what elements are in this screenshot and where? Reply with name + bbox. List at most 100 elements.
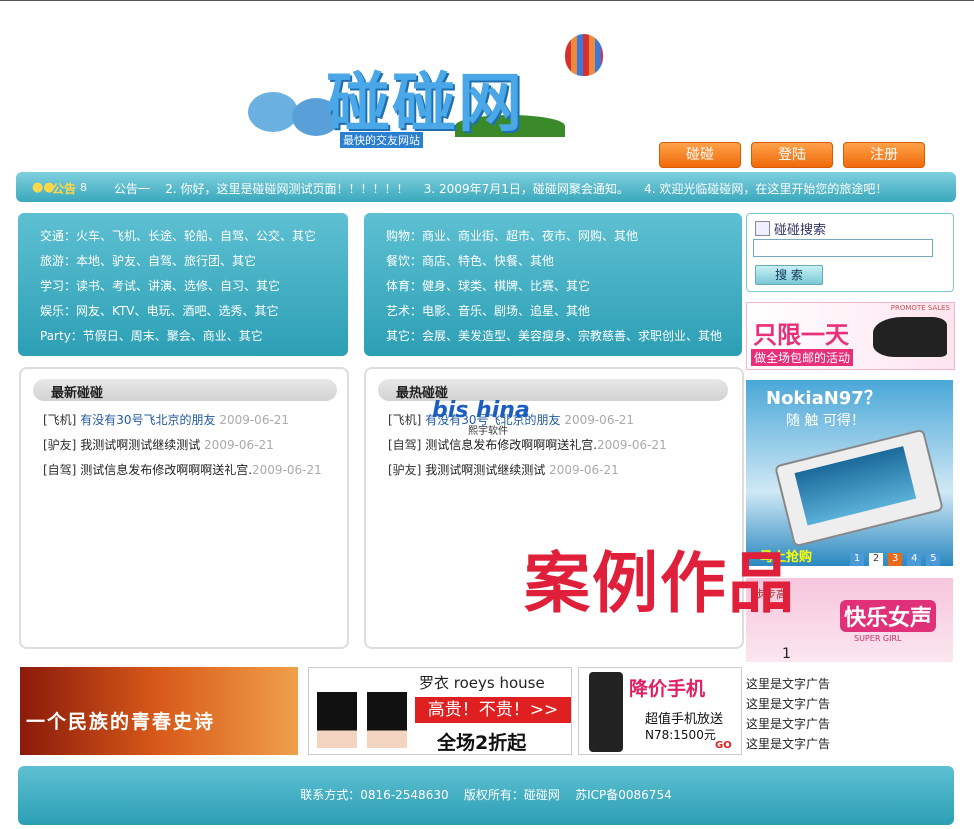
category-items[interactable]: 节假日、周末、聚会、商业、其它 (83, 329, 263, 343)
pager-3[interactable]: 3 (888, 553, 903, 566)
ad-sale-title: 只限一天 (753, 321, 849, 349)
category-items[interactable]: 健身、球类、棋牌、比赛、其它 (422, 279, 590, 293)
item-tag[interactable]: [驴友] (43, 438, 76, 452)
category-name: 交通： (40, 229, 77, 243)
category-row[interactable]: 体育：健身、球类、棋牌、比赛、其它 (386, 277, 590, 294)
item-tag[interactable]: [飞机] (43, 413, 76, 427)
text-ad-link[interactable]: 这里是文字广告 (746, 674, 830, 694)
register-button[interactable]: 注册 (843, 142, 925, 168)
search-input[interactable] (753, 239, 933, 257)
banner3-line1: 超值手机放送 (645, 712, 724, 727)
list-item[interactable]: [飞机] 有没有30号飞北京的朋友 2009-06-21 (43, 411, 289, 428)
item-date: 2009-06-21 (564, 413, 635, 427)
brand-watermark: bis hina 熙宇软件 (432, 398, 530, 437)
category-row[interactable]: 其它：会展、美发造型、美容瘦身、宗教慈善、求职创业、其他 (386, 327, 722, 344)
notice-marquee[interactable]: 公告一 2. 你好，这里是碰碰网测试页面！！！！！！ 3. 2009年7月1日，… (114, 180, 887, 197)
item-tag[interactable]: [飞机] (388, 413, 421, 427)
item-tag[interactable]: [驴友] (388, 463, 421, 477)
notice-label: 公告 (52, 182, 77, 196)
list-item[interactable]: [自驾] 测试信息发布修改啊啊啊送礼宫.2009-06-21 (43, 461, 322, 478)
category-row[interactable]: 娱乐：网友、KTV、电玩、酒吧、选秀、其它 (40, 302, 279, 319)
ad-nokia-pager: 1 2 3 4 5 (850, 546, 941, 566)
category-name: 其它： (386, 329, 423, 343)
list-item[interactable]: [驴友] 我测试啊测试继续测试 2009-06-21 (388, 461, 619, 478)
shoe-image (873, 317, 947, 357)
item-tag[interactable]: [自驾] (43, 463, 76, 477)
category-panel-left: 交通：火车、飞机、长途、轮船、自驾、公交、其它 旅游：本地、驴友、自驾、旅行团、… (18, 213, 348, 356)
latest-title: 最新碰碰 (51, 386, 104, 401)
category-items[interactable]: 会展、美发造型、美容瘦身、宗教慈善、求职创业、其他 (422, 329, 722, 343)
site-logo[interactable]: 碰碰网 最快的交友网站 (240, 30, 610, 150)
list-item[interactable]: [自驾] 测试信息发布修改啊啊啊送礼宫.2009-06-21 (388, 436, 667, 453)
hottest-header: 最热碰碰 (378, 379, 728, 401)
search-title: 碰碰搜索 (755, 219, 826, 238)
pengpeng-button[interactable]: 碰碰 (659, 142, 741, 168)
item-title[interactable]: 我测试啊测试继续测试 (80, 438, 200, 452)
item-date: 2009-06-21 (219, 413, 290, 427)
phone-image (774, 428, 944, 548)
case-watermark: 案例作品 (524, 545, 796, 622)
logo-text: 碰碰网 (326, 67, 524, 141)
category-name: Party： (40, 329, 83, 343)
category-items[interactable]: 电影、音乐、剧场、追星、其他 (422, 304, 590, 318)
login-button[interactable]: 登陆 (751, 142, 833, 168)
search-title-text: 碰碰搜索 (774, 223, 827, 238)
pager-1[interactable]: 1 (850, 553, 864, 566)
category-items[interactable]: 读书、考试、讲演、选修、自习、其它 (76, 279, 280, 293)
pager-4[interactable]: 4 (907, 553, 922, 566)
category-name: 体育： (386, 279, 423, 293)
item-title[interactable]: 测试信息发布修改啊啊啊送礼宫. (425, 438, 597, 452)
latest-box: 最新碰碰 [飞机] 有没有30号飞北京的朋友 2009-06-21 [驴友] 我… (19, 367, 349, 649)
category-items[interactable]: 商店、特色、快餐、其他 (422, 254, 554, 268)
banner2-line2: 全场2折起 (437, 732, 527, 754)
text-ad-link[interactable]: 这里是文字广告 (746, 734, 830, 754)
ad-girl-number: 1 (782, 646, 791, 662)
banner-youth-epic[interactable]: 一个民族的青春史诗 (20, 667, 298, 755)
category-row[interactable]: 交通：火车、飞机、长途、轮船、自驾、公交、其它 (40, 227, 316, 244)
category-name: 购物： (386, 229, 423, 243)
text-ad-link[interactable]: 这里是文字广告 (746, 694, 830, 714)
item-date: 2009-06-21 (252, 463, 322, 477)
text-ads: 这里是文字广告 这里是文字广告 这里是文字广告 这里是文字广告 (746, 674, 830, 754)
category-name: 艺术： (386, 304, 423, 318)
item-date: 2009-06-21 (549, 463, 619, 477)
balloon-icon (565, 34, 603, 76)
item-title[interactable]: 测试信息发布修改啊啊啊送礼宫. (80, 463, 252, 477)
category-row[interactable]: Party：节假日、周末、聚会、商业、其它 (40, 327, 263, 344)
ad-sale-banner[interactable]: PROMOTE SALES 只限一天 做全场包邮的活动 (746, 302, 955, 370)
pager-2[interactable]: 2 (869, 553, 884, 566)
category-row[interactable]: 学习：读书、考试、讲演、选修、自习、其它 (40, 277, 280, 294)
latest-header: 最新碰碰 (33, 379, 337, 401)
list-item[interactable]: [驴友] 我测试啊测试继续测试 2009-06-21 (43, 436, 274, 453)
banner3-title: 降价手机 (629, 678, 706, 700)
ad-sale-top: PROMOTE SALES (890, 304, 950, 312)
banner3-line2: N78:1500元 (645, 728, 716, 742)
item-title[interactable]: 有没有30号飞北京的朋友 (80, 413, 215, 427)
footer: 联系方式：0816-2548630 版权所有：碰碰网 苏ICP备0086754 (18, 766, 954, 825)
category-items[interactable]: 商业、商业街、超市、夜市、网购、其他 (422, 229, 638, 243)
search-button[interactable]: 搜 索 (755, 265, 823, 285)
category-row[interactable]: 旅游：本地、驴友、自驾、旅行团、其它 (40, 252, 256, 269)
category-items[interactable]: 本地、驴友、自驾、旅行团、其它 (76, 254, 256, 268)
banner-roeys-house[interactable]: 罗衣 roeys house 高贵！不贵！>> 全场2折起 (308, 667, 572, 755)
category-items[interactable]: 火车、飞机、长途、轮船、自驾、公交、其它 (76, 229, 316, 243)
model-image (317, 678, 357, 748)
category-name: 餐饮： (386, 254, 423, 268)
category-items[interactable]: 网友、KTV、电玩、酒吧、选秀、其它 (76, 304, 278, 318)
category-row[interactable]: 餐饮：商店、特色、快餐、其他 (386, 252, 554, 269)
category-row[interactable]: 艺术：电影、音乐、剧场、追星、其他 (386, 302, 590, 319)
logo-slogan: 最快的交友网站 (340, 132, 423, 148)
text-ad-link[interactable]: 这里是文字广告 (746, 714, 830, 734)
ad-girl-sub: SUPER GIRL (854, 634, 902, 643)
model-image (367, 678, 407, 748)
item-date: 2009-06-21 (204, 438, 274, 452)
ad-sale-sub: 做全场包邮的活动 (751, 349, 854, 366)
item-tag[interactable]: [自驾] (388, 438, 421, 452)
ad-girl-title: 快乐女声 (840, 600, 937, 632)
pager-5[interactable]: 5 (926, 553, 941, 566)
banner-phone-sale[interactable]: 降价手机 超值手机放送 N78:1500元 GO (578, 667, 742, 755)
phone-image (589, 672, 623, 752)
ad-nokia-title: NokiaN97？ (766, 388, 882, 409)
category-row[interactable]: 购物：商业、商业街、超市、夜市、网购、其他 (386, 227, 638, 244)
item-title[interactable]: 我测试啊测试继续测试 (425, 463, 545, 477)
